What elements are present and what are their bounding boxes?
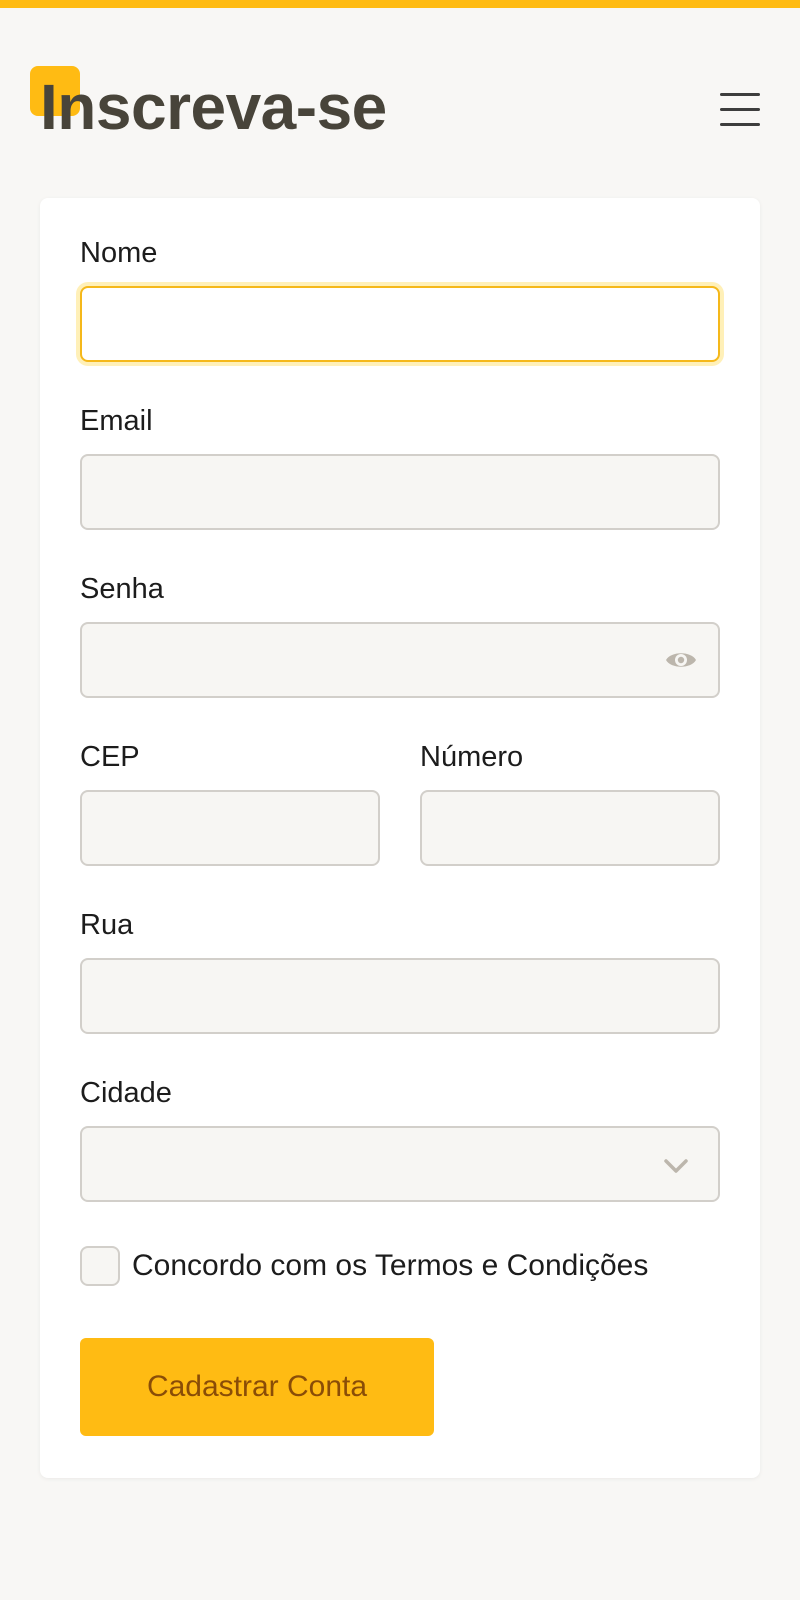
cep-field[interactable] bbox=[80, 790, 380, 866]
nome-field[interactable] bbox=[80, 286, 720, 362]
senha-field[interactable] bbox=[80, 622, 720, 698]
signup-form-card: Nome Email Senha CEP Número Rua Cidade C… bbox=[40, 198, 760, 1478]
email-field[interactable] bbox=[80, 454, 720, 530]
chevron-down-icon bbox=[664, 1159, 688, 1173]
email-input[interactable] bbox=[82, 456, 718, 528]
senha-input[interactable] bbox=[82, 624, 718, 696]
hamburger-menu-icon[interactable] bbox=[716, 90, 760, 130]
terms-checkbox[interactable] bbox=[80, 1246, 120, 1286]
top-accent-bar bbox=[0, 0, 800, 8]
cadastrar-conta-button[interactable]: Cadastrar Conta bbox=[80, 1338, 434, 1436]
cep-input[interactable] bbox=[82, 792, 378, 864]
nome-label: Nome bbox=[80, 237, 158, 269]
menu-line bbox=[720, 93, 760, 96]
menu-line bbox=[720, 108, 760, 111]
rua-field[interactable] bbox=[80, 958, 720, 1034]
email-label: Email bbox=[80, 405, 153, 437]
cep-label: CEP bbox=[80, 741, 140, 773]
cidade-select[interactable] bbox=[80, 1126, 720, 1202]
eye-icon[interactable] bbox=[664, 646, 698, 674]
numero-field[interactable] bbox=[420, 790, 720, 866]
cidade-selected-value bbox=[82, 1128, 718, 1200]
numero-input[interactable] bbox=[422, 792, 718, 864]
rua-label: Rua bbox=[80, 909, 134, 941]
rua-input[interactable] bbox=[82, 960, 718, 1032]
numero-label: Número bbox=[420, 741, 524, 773]
nome-input[interactable] bbox=[82, 288, 718, 360]
page-title: Inscreva-se bbox=[40, 71, 387, 143]
senha-label: Senha bbox=[80, 573, 164, 605]
cidade-label: Cidade bbox=[80, 1077, 172, 1109]
terms-label[interactable]: Concordo com os Termos e Condições bbox=[132, 1248, 648, 1284]
menu-line bbox=[720, 123, 760, 126]
